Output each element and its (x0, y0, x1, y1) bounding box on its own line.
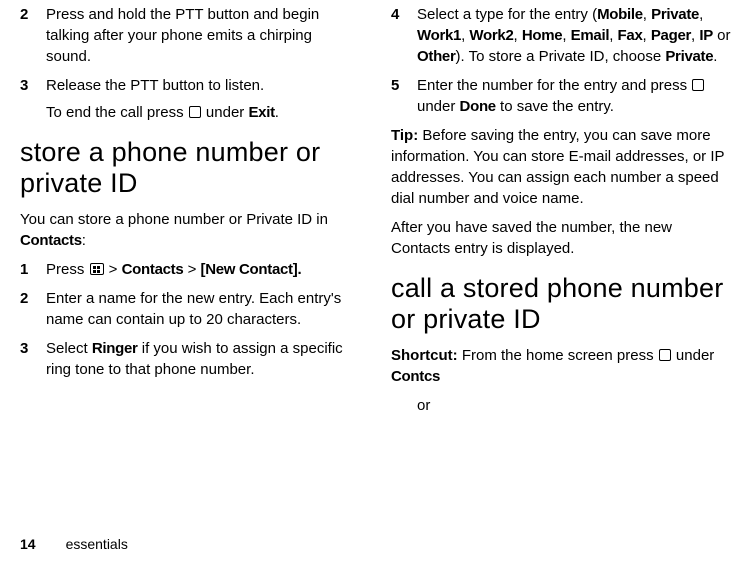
step-2: 2 Press and hold the PTT button and begi… (20, 4, 361, 67)
step-text: Press and hold the PTT button and begin … (46, 4, 361, 67)
step-text: Enter a name for the new entry. Each ent… (46, 288, 361, 330)
step-text: Press > Contacts > [New Contact]. (46, 259, 361, 280)
step-3: 3 Release the PTT button to listen. To e… (20, 75, 361, 123)
columns: 2 Press and hold the PTT button and begi… (20, 4, 732, 424)
step-number: 2 (20, 288, 46, 330)
menu-icon (90, 263, 104, 275)
store-step-4: 4 Select a type for the entry (Mobile, P… (391, 4, 732, 67)
right-column: 4 Select a type for the entry (Mobile, P… (391, 4, 732, 424)
step-text: Select a type for the entry (Mobile, Pri… (417, 4, 732, 67)
step-body: Enter the number for the entry and press… (417, 75, 732, 117)
softkey-icon (692, 79, 704, 91)
step-text: Enter the number for the entry and press… (417, 75, 732, 117)
step-body: Press > Contacts > [New Contact]. (46, 259, 361, 280)
step-number: 5 (391, 75, 417, 117)
step-body: Select a type for the entry (Mobile, Pri… (417, 4, 732, 67)
intro-text: You can store a phone number or Private … (20, 209, 361, 251)
tip-label: Tip: (391, 127, 418, 144)
step-text: Select Ringer if you wish to assign a sp… (46, 338, 361, 380)
step-body: Press and hold the PTT button and begin … (46, 4, 361, 67)
step-body: Enter a name for the new entry. Each ent… (46, 288, 361, 330)
store-step-3: 3 Select Ringer if you wish to assign a … (20, 338, 361, 380)
section-heading-store: store a phone number or private ID (20, 137, 361, 199)
footer: 14 essentials (20, 536, 128, 552)
step-number: 1 (20, 259, 46, 280)
after-text: After you have saved the number, the new… (391, 217, 732, 259)
step-number: 3 (20, 338, 46, 380)
step-text: Release the PTT button to listen. (46, 75, 361, 96)
shortcut-label: Shortcut: (391, 347, 458, 364)
section-name: essentials (66, 536, 128, 552)
tip-text: Tip: Before saving the entry, you can sa… (391, 125, 732, 209)
store-step-2: 2 Enter a name for the new entry. Each e… (20, 288, 361, 330)
step-body: Select Ringer if you wish to assign a sp… (46, 338, 361, 380)
step-number: 3 (20, 75, 46, 123)
step-number: 2 (20, 4, 46, 67)
step-text: To end the call press under Exit. (46, 102, 361, 123)
page-number: 14 (20, 536, 36, 552)
step-body: Release the PTT button to listen. To end… (46, 75, 361, 123)
left-column: 2 Press and hold the PTT button and begi… (20, 4, 361, 424)
store-step-1: 1 Press > Contacts > [New Contact]. (20, 259, 361, 280)
softkey-icon (659, 349, 671, 361)
shortcut-text: Shortcut: From the home screen press und… (391, 345, 732, 387)
section-heading-call: call a stored phone number or private ID (391, 273, 732, 335)
softkey-icon (189, 106, 201, 118)
or-text: or (417, 395, 732, 416)
step-number: 4 (391, 4, 417, 67)
store-step-5: 5 Enter the number for the entry and pre… (391, 75, 732, 117)
